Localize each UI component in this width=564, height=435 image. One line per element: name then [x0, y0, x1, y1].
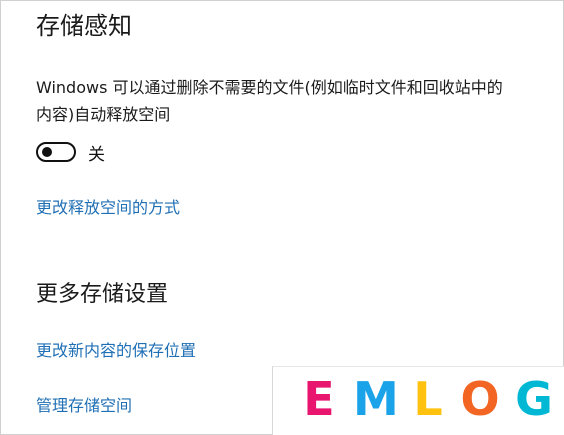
logo-letter-o: O: [460, 372, 500, 426]
storage-sense-toggle-row: 关: [36, 138, 105, 166]
toggle-knob: [42, 147, 52, 157]
logo-letter-m: M: [353, 372, 399, 426]
storage-sense-title: 存储感知: [36, 12, 132, 40]
logo-letter-l: L: [413, 372, 443, 426]
manage-storage-spaces-link[interactable]: 管理存储空间: [36, 395, 132, 417]
change-free-space-link[interactable]: 更改释放空间的方式: [36, 197, 180, 219]
emlog-logo-watermark: E M L O G: [272, 366, 564, 435]
more-storage-title: 更多存储设置: [36, 282, 169, 307]
toggle-state-label: 关: [88, 144, 105, 165]
storage-sense-description: Windows 可以通过删除不需要的文件(例如临时文件和回收站中的内容)自动释放…: [36, 78, 503, 124]
logo-letter-g: G: [515, 372, 553, 426]
change-save-location-link[interactable]: 更改新内容的保存位置: [36, 340, 196, 362]
storage-sense-toggle[interactable]: [36, 142, 76, 162]
logo-letter-e: E: [303, 372, 335, 426]
